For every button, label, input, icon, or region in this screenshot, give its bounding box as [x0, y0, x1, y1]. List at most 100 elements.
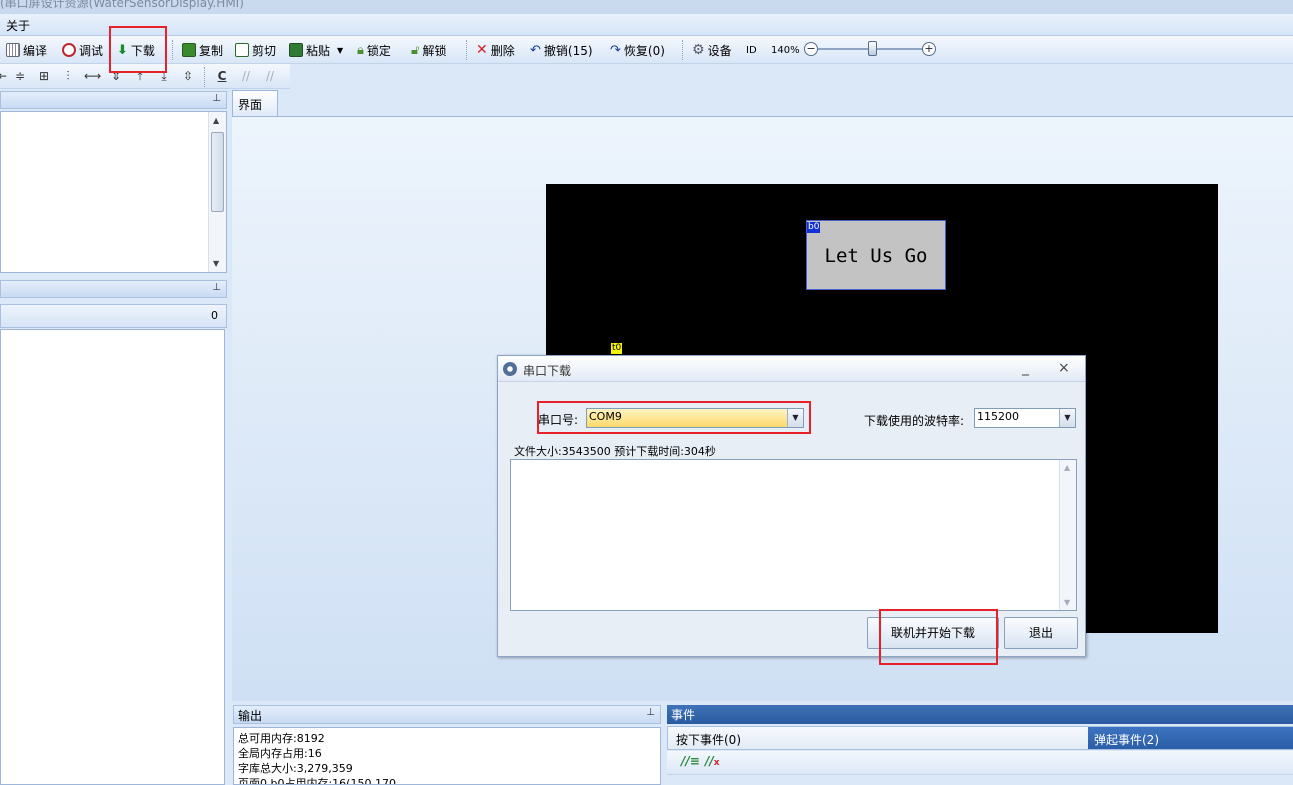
pin-icon[interactable]: ⊥ — [212, 93, 221, 104]
gear-icon: ⚙ — [692, 42, 705, 58]
toolbar-separator — [466, 40, 468, 60]
output-log[interactable]: 总可用内存:8192 全局内存占用:16 字库总大小:3,279,359 页面0… — [233, 727, 661, 785]
paste-label: 粘贴 — [306, 43, 331, 58]
comment-icon[interactable]: // — [238, 68, 254, 84]
scroll-up-icon[interactable]: ▲ — [1064, 463, 1070, 472]
zoom-slider-thumb[interactable] — [868, 41, 877, 56]
chevron-down-icon[interactable]: ▼ — [1059, 409, 1075, 427]
hmi-button-let-us-go[interactable]: Let Us Go — [806, 220, 946, 290]
output-line: 总可用内存:8192 — [238, 732, 325, 745]
highlight-download — [109, 26, 167, 73]
uncomment-icon[interactable]: // — [262, 68, 278, 84]
undo-label: 撤销(15) — [543, 43, 593, 58]
scroll-up-icon[interactable]: ▲ — [213, 116, 219, 125]
events-title: 事件 — [671, 708, 696, 722]
baud-label: 下载使用的波特率: — [864, 414, 965, 428]
zoom-out-button[interactable]: − — [804, 42, 818, 56]
events-tabs: 按下事件(0) 弹起事件(2) — [667, 726, 1293, 750]
hmi-button-text: Let Us Go — [824, 245, 928, 267]
output-line: 全局内存占用:16 — [238, 747, 322, 760]
undo-icon: ↶ — [530, 42, 541, 58]
delete-label: 删除 — [490, 43, 515, 58]
uncomment-icon[interactable]: //x — [705, 754, 720, 768]
output-title: 输出 — [238, 709, 263, 723]
device-label: 设备 — [707, 43, 732, 58]
main-toolbar: 编译 调试 ⬇ 下载 复制 剪切 粘贴 ▼ 🔒︎ 锁定 🔓︎ 解锁 ✕ 删除 ↶… — [0, 36, 1293, 64]
cut-icon — [235, 43, 249, 57]
tab-press-event[interactable]: 按下事件(0) — [668, 727, 1088, 749]
page-list-scrollbar[interactable]: ▲ ▼ — [208, 112, 226, 272]
id-toggle-button[interactable]: ID — [746, 40, 757, 60]
download-log[interactable]: ▲ ▼ — [510, 459, 1077, 611]
events-panel-header: 事件 — [667, 705, 1293, 724]
attribute-panel-header: ⊥ — [0, 280, 227, 298]
lock-icon: 🔒︎ — [357, 42, 364, 58]
code-button[interactable]: C — [214, 68, 230, 84]
attribute-count: 0 — [211, 309, 218, 322]
compile-button[interactable]: 编译 — [6, 40, 47, 60]
dialog-title-bar: 串口下载 _ × — [498, 356, 1085, 382]
dialog-title: 串口下载 — [523, 364, 572, 378]
highlight-start — [879, 609, 998, 665]
compile-label: 编译 — [23, 43, 48, 58]
lock-label: 锁定 — [366, 43, 391, 58]
copy-label: 复制 — [199, 43, 224, 58]
align-left-icon[interactable]: ⇤ — [0, 68, 10, 84]
distribute-v-icon[interactable]: ⇳ — [180, 68, 196, 84]
redo-button[interactable]: ↷ 恢复(0) — [610, 40, 665, 60]
id-label: ID — [746, 44, 757, 56]
chevron-down-icon[interactable]: ▼ — [337, 46, 343, 55]
output-line: 字库总大小:3,279,359 — [238, 762, 353, 775]
app-icon — [503, 362, 517, 376]
zoom-level: 140% — [771, 40, 800, 60]
copy-button[interactable]: 复制 — [182, 40, 223, 60]
undo-button[interactable]: ↶ 撤销(15) — [530, 40, 593, 60]
delete-button[interactable]: ✕ 删除 — [476, 40, 515, 60]
window-title: (串口屏设计资源(WaterSensorDisplay.HMI) — [0, 0, 244, 10]
window-title-bar: (串口屏设计资源(WaterSensorDisplay.HMI) — [0, 0, 1293, 14]
zoom-level-label: 140% — [771, 44, 800, 56]
toolbar-separator — [172, 40, 174, 60]
exit-button[interactable]: 退出 — [1004, 617, 1078, 649]
unlock-button[interactable]: 🔓︎ 解锁 — [411, 40, 446, 60]
pin-icon[interactable]: ⊥ — [646, 707, 655, 718]
menu-item-about[interactable]: 关于 — [6, 17, 30, 34]
page-list[interactable]: ▲ ▼ — [0, 111, 227, 273]
log-scrollbar[interactable]: ▲ ▼ — [1059, 460, 1076, 610]
comment-icon[interactable]: //≡ — [681, 754, 700, 768]
compile-icon — [6, 43, 20, 57]
scroll-thumb[interactable] — [211, 132, 224, 212]
scroll-down-icon[interactable]: ▼ — [213, 259, 219, 268]
attribute-row-header: 0 — [0, 304, 227, 328]
toolbar-separator — [682, 40, 684, 60]
same-width-icon[interactable]: ⟷ — [84, 68, 101, 84]
minimize-button[interactable]: _ — [1022, 360, 1029, 376]
zoom-in-button[interactable]: + — [922, 42, 936, 56]
pin-icon[interactable]: ⊥ — [212, 282, 221, 293]
paste-button[interactable]: 粘贴 ▼ — [289, 40, 343, 60]
scroll-down-icon[interactable]: ▼ — [1064, 598, 1070, 607]
output-panel-header: 输出 ⊥ — [233, 705, 661, 724]
menu-bar: 关于 — [0, 14, 1293, 36]
events-toolbar: //≡ //x — [667, 751, 1293, 775]
unlock-label: 解锁 — [422, 43, 447, 58]
toolbar-separator — [204, 67, 206, 87]
tab-interface[interactable]: 界面 — [232, 90, 278, 116]
tab-release-event[interactable]: 弹起事件(2) — [1088, 727, 1293, 749]
baud-select[interactable]: 115200 ▼ — [974, 408, 1076, 428]
lock-button[interactable]: 🔒︎ 锁定 — [357, 40, 391, 60]
baud-value: 115200 — [977, 410, 1019, 423]
file-info: 文件大小:3543500 预计下载时间:304秒 — [514, 445, 716, 458]
attribute-list[interactable] — [0, 329, 225, 785]
debug-button[interactable]: 调试 — [62, 40, 103, 60]
output-line: 页面0 b0占用内存:16(150,170 — [238, 777, 396, 785]
align-center-icon[interactable]: ≑ — [12, 68, 28, 84]
device-button[interactable]: ⚙ 设备 — [692, 40, 732, 60]
cut-button[interactable]: 剪切 — [235, 40, 276, 60]
highlight-port — [537, 401, 811, 434]
distribute-h-icon[interactable]: ⫶ — [60, 68, 76, 84]
grid-icon[interactable]: ⊞ — [36, 68, 52, 84]
copy-icon — [182, 43, 196, 57]
unlock-icon: 🔓︎ — [411, 42, 420, 58]
close-button[interactable]: × — [1058, 360, 1070, 376]
